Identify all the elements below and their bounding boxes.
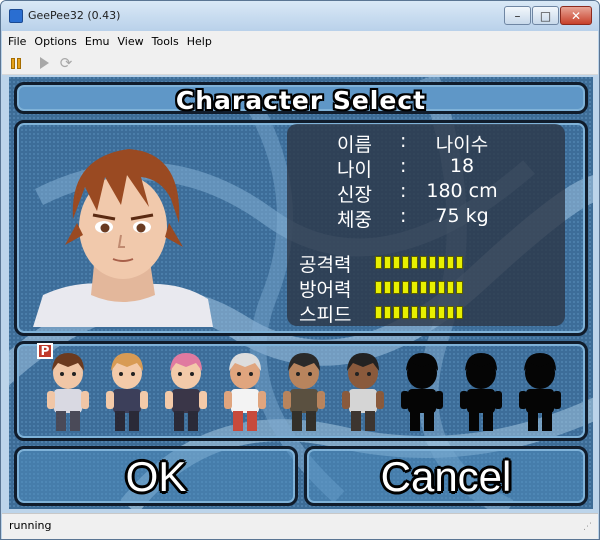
gauge-segment bbox=[393, 281, 400, 294]
stat-separator: : bbox=[400, 130, 407, 152]
roster-slot[interactable] bbox=[279, 349, 329, 435]
gauge-segment bbox=[420, 306, 427, 319]
stat-label: 이름 bbox=[337, 134, 372, 156]
menu-emu[interactable]: Emu bbox=[85, 35, 110, 48]
roster-slot[interactable] bbox=[102, 349, 152, 435]
reload-button[interactable]: ⟳ bbox=[58, 55, 74, 71]
close-button[interactable]: ✕ bbox=[560, 6, 592, 25]
gauge-segment bbox=[429, 256, 436, 269]
stat-value: 75 kg bbox=[435, 205, 489, 227]
gauge-segment bbox=[420, 281, 427, 294]
gauge-segment bbox=[420, 256, 427, 269]
pause-button[interactable] bbox=[8, 55, 24, 71]
roster-slot[interactable] bbox=[338, 349, 388, 435]
roster-slot-locked[interactable] bbox=[456, 349, 506, 435]
gauge-segment bbox=[456, 256, 463, 269]
cancel-label: Cancel bbox=[380, 453, 512, 500]
stat-separator: : bbox=[400, 205, 407, 227]
gauge-segment bbox=[447, 306, 454, 319]
ok-button[interactable]: OK bbox=[14, 446, 298, 506]
reload-icon: ⟳ bbox=[59, 54, 73, 72]
gauge-segment bbox=[375, 256, 382, 269]
gauge-segment bbox=[438, 256, 445, 269]
stat-value: 나이수 bbox=[435, 134, 489, 156]
stat-weight: 체중 : 75 kg bbox=[287, 205, 565, 231]
gauge-segment bbox=[384, 306, 391, 319]
menu-options[interactable]: Options bbox=[34, 35, 76, 48]
stat-name: 이름 : 나이수 bbox=[287, 130, 565, 156]
gauge-segment bbox=[429, 281, 436, 294]
roster-slot[interactable] bbox=[43, 349, 93, 435]
app-icon bbox=[9, 9, 23, 23]
gauge-segment bbox=[411, 281, 418, 294]
status-text: running bbox=[9, 519, 52, 532]
defense-gauge bbox=[375, 281, 463, 294]
toolbar: ⟳ bbox=[2, 51, 598, 75]
ok-label: OK bbox=[125, 453, 187, 500]
resize-grip-icon[interactable]: ⋰ bbox=[583, 522, 592, 532]
stat-value: 180 cm bbox=[426, 180, 498, 202]
stat-height: 신장 : 180 cm bbox=[287, 180, 565, 206]
gauge-segment bbox=[402, 306, 409, 319]
cancel-button[interactable]: Cancel bbox=[304, 446, 588, 506]
app-window: GeePee32 (0.43) – □ ✕ File Options Emu V… bbox=[0, 0, 600, 540]
player-cursor-marker: P bbox=[37, 343, 53, 359]
minimize-button[interactable]: – bbox=[504, 6, 531, 25]
menu-tools[interactable]: Tools bbox=[152, 35, 179, 48]
gauge-segment bbox=[456, 281, 463, 294]
stat-label: 나이 bbox=[337, 159, 372, 181]
gauge-attack: 공격력 bbox=[287, 250, 565, 276]
title-bar: GeePee32 (0.43) – □ ✕ bbox=[1, 1, 599, 31]
play-button[interactable] bbox=[36, 55, 52, 71]
speed-gauge bbox=[375, 306, 463, 319]
title-panel: Character Select bbox=[14, 82, 588, 115]
gauge-label: 공격력 bbox=[299, 254, 352, 276]
gauge-segment bbox=[393, 256, 400, 269]
gauge-segment bbox=[438, 281, 445, 294]
menu-file[interactable]: File bbox=[8, 35, 26, 48]
gauge-segment bbox=[375, 306, 382, 319]
play-icon bbox=[39, 57, 49, 69]
roster-slot-locked[interactable] bbox=[397, 349, 447, 435]
pause-icon bbox=[11, 57, 21, 69]
gauge-segment bbox=[456, 306, 463, 319]
gauge-segment bbox=[393, 306, 400, 319]
character-portrait bbox=[33, 149, 213, 327]
gauge-segment bbox=[411, 306, 418, 319]
gauge-label: 방어력 bbox=[299, 279, 352, 301]
gauge-segment bbox=[384, 281, 391, 294]
screen-title: Character Select bbox=[175, 86, 427, 115]
stat-label: 신장 bbox=[337, 184, 372, 206]
stat-label: 체중 bbox=[337, 209, 372, 231]
roster-slot-locked[interactable] bbox=[515, 349, 565, 435]
roster-slot[interactable] bbox=[161, 349, 211, 435]
stat-separator: : bbox=[400, 155, 407, 177]
status-bar: running ⋰ bbox=[2, 513, 598, 539]
gauge-segment bbox=[447, 256, 454, 269]
stat-age: 나이 : 18 bbox=[287, 155, 565, 181]
roster-slot[interactable] bbox=[220, 349, 270, 435]
stat-value: 18 bbox=[449, 155, 475, 177]
gauge-segment bbox=[384, 256, 391, 269]
gauge-segment bbox=[447, 281, 454, 294]
gauge-label: 스피드 bbox=[299, 304, 352, 326]
gauge-segment bbox=[429, 306, 436, 319]
gauge-segment bbox=[375, 281, 382, 294]
window-title: GeePee32 (0.43) bbox=[28, 9, 121, 22]
stats-box: 이름 : 나이수 나이 : 18 신장 : 180 cm 체중 : 75 kg … bbox=[287, 124, 565, 326]
game-screen[interactable]: Character Select 이름 : 나이수 나이: 18 신장: 1… bbox=[9, 77, 593, 509]
gauge-speed: 스피드 bbox=[287, 300, 565, 326]
maximize-button[interactable]: □ bbox=[532, 6, 559, 25]
gauge-segment bbox=[438, 306, 445, 319]
gauge-segment bbox=[411, 256, 418, 269]
menu-view[interactable]: View bbox=[118, 35, 144, 48]
gauge-segment bbox=[402, 281, 409, 294]
gauge-defense: 방어력 bbox=[287, 275, 565, 301]
attack-gauge bbox=[375, 256, 463, 269]
menu-bar: File Options Emu View Tools Help bbox=[2, 31, 598, 51]
stat-separator: : bbox=[400, 180, 407, 202]
gauge-segment bbox=[402, 256, 409, 269]
menu-help[interactable]: Help bbox=[187, 35, 212, 48]
